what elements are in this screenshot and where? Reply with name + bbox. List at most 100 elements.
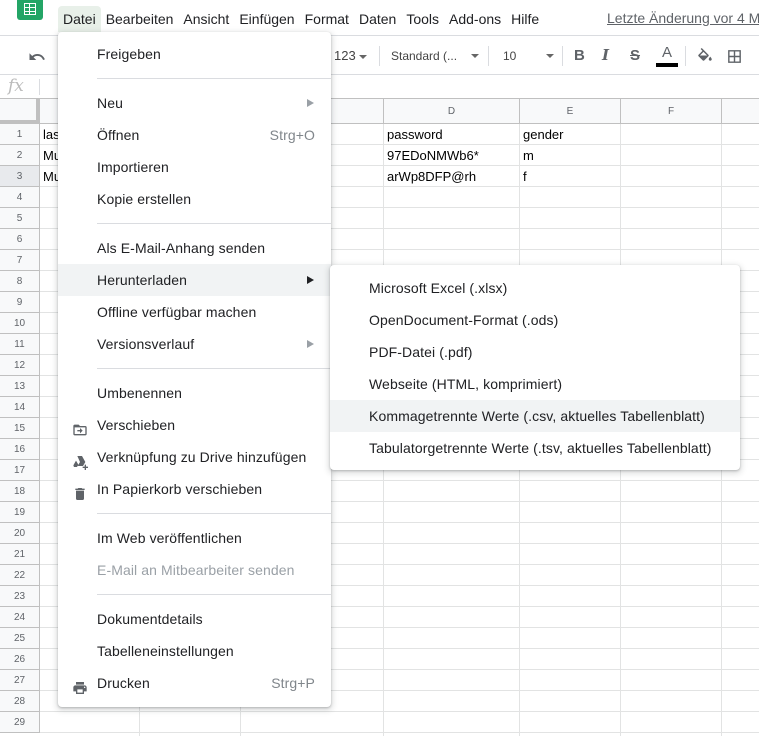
grid-row-line	[40, 711, 759, 712]
file-menu-item-im-web-veröffentlichen[interactable]: Im Web veröffentlichen	[58, 522, 331, 554]
file-menu-item-kopie-erstellen[interactable]: Kopie erstellen	[58, 183, 331, 215]
download-option-tabulatorgetrennte-werte-tsv-aktuelles-tabellenblatt[interactable]: Tabulatorgetrennte Werte (.tsv, aktuelle…	[330, 432, 740, 464]
file-menu: Freigeben Neu Öffnen Strg+O Importieren Kopie…	[58, 32, 331, 707]
row-header-22[interactable]: 22	[0, 565, 40, 586]
menu-separator	[97, 513, 331, 514]
file-menu-item-öffnen[interactable]: Öffnen Strg+O	[58, 119, 331, 151]
google-sheets-icon[interactable]	[17, 0, 43, 20]
row-header-10[interactable]: 10	[0, 313, 40, 334]
cell-e2[interactable]: m	[520, 145, 621, 166]
toolbar-divider	[562, 46, 563, 66]
file-menu-item-neu[interactable]: Neu	[58, 87, 331, 119]
file-menu-item-verknüpfung-zu-drive-hinzufügen[interactable]: Verknüpfung zu Drive hinzufügen	[58, 441, 331, 473]
formula-bar-divider	[39, 79, 40, 95]
menu-bearbeiten[interactable]: Bearbeiten	[101, 6, 179, 32]
file-menu-item-in-papierkorb-verschieben[interactable]: In Papierkorb verschieben	[58, 473, 331, 505]
number-format-dropdown[interactable]: 123	[334, 36, 367, 75]
text-color-swatch	[656, 63, 678, 67]
text-color-button[interactable]: A	[656, 36, 678, 75]
menu-format[interactable]: Format	[300, 6, 354, 32]
row-header-2[interactable]: 2	[0, 145, 40, 166]
row-header-13[interactable]: 13	[0, 376, 40, 397]
cell-e3[interactable]: f	[520, 166, 621, 187]
row-header-7[interactable]: 7	[0, 250, 40, 271]
row-header-6[interactable]: 6	[0, 229, 40, 250]
menu-ansicht[interactable]: Ansicht	[178, 6, 234, 32]
fill-color-button[interactable]	[696, 36, 714, 75]
cell-e1[interactable]: gender	[520, 124, 621, 145]
row-header-9[interactable]: 9	[0, 292, 40, 313]
cell-d3[interactable]: arWp8DFP@rh	[384, 166, 520, 187]
row-header-11[interactable]: 11	[0, 334, 40, 355]
row-header-27[interactable]: 27	[0, 670, 40, 691]
file-menu-item-als-e-mail-anhang-senden[interactable]: Als E-Mail-Anhang senden	[58, 232, 331, 264]
row-header-20[interactable]: 20	[0, 523, 40, 544]
font-family-dropdown[interactable]: Standard (...	[391, 36, 481, 75]
download-option-pdf-datei-pdf[interactable]: PDF-Datei (.pdf)	[330, 336, 740, 368]
row-header-14[interactable]: 14	[0, 397, 40, 418]
last-edit-link[interactable]: Letzte Änderung vor 4 M	[607, 10, 759, 26]
cell-d1[interactable]: password	[384, 124, 520, 145]
bold-button[interactable]: B	[574, 36, 585, 75]
row-header-21[interactable]: 21	[0, 544, 40, 565]
undo-button[interactable]	[28, 36, 46, 75]
menu-item-label: Freigeben	[97, 46, 161, 62]
row-header-26[interactable]: 26	[0, 649, 40, 670]
font-size-dropdown[interactable]: 10	[503, 36, 555, 75]
file-menu-item-e-mail-an-mitbearbeiter-senden: E-Mail an Mitbearbeiter senden	[58, 554, 331, 586]
download-option-kommagetrennte-werte-csv-aktuelles-tabellenblatt[interactable]: Kommagetrennte Werte (.csv, aktuelles Ta…	[330, 400, 740, 432]
cell-d2[interactable]: 97EDoNMWb6*	[384, 145, 520, 166]
select-all-corner[interactable]	[0, 99, 40, 124]
row-header-24[interactable]: 24	[0, 607, 40, 628]
row-header-18[interactable]: 18	[0, 481, 40, 502]
column-header-e[interactable]: E	[520, 99, 621, 124]
menu-addons[interactable]: Add-ons	[444, 6, 506, 32]
column-header-d[interactable]: D	[384, 99, 520, 124]
file-menu-item-herunterladen[interactable]: Herunterladen	[58, 264, 331, 296]
file-menu-item-verschieben[interactable]: Verschieben	[58, 409, 331, 441]
download-option-opendocument-format-ods[interactable]: OpenDocument-Format (.ods)	[330, 304, 740, 336]
row-header-16[interactable]: 16	[0, 439, 40, 460]
file-menu-item-importieren[interactable]: Importieren	[58, 151, 331, 183]
row-header-3[interactable]: 3	[0, 166, 40, 187]
file-menu-item-drucken[interactable]: Drucken Strg+P	[58, 667, 331, 699]
file-menu-item-umbenennen[interactable]: Umbenennen	[58, 377, 331, 409]
file-menu-item-freigeben[interactable]: Freigeben	[58, 38, 331, 70]
row-header-5[interactable]: 5	[0, 208, 40, 229]
strikethrough-button[interactable]: S	[630, 36, 640, 75]
row-header-17[interactable]: 17	[0, 460, 40, 481]
row-header-25[interactable]: 25	[0, 628, 40, 649]
row-header-8[interactable]: 8	[0, 271, 40, 292]
menu-einfuegen[interactable]: Einfügen	[234, 6, 299, 32]
row-header-12[interactable]: 12	[0, 355, 40, 376]
row-header-15[interactable]: 15	[0, 418, 40, 439]
menu-datei[interactable]: Datei	[58, 6, 101, 32]
grid-row-line	[40, 732, 759, 733]
menu-tools[interactable]: Tools	[401, 6, 444, 32]
borders-button[interactable]	[726, 36, 743, 75]
file-menu-item-tabelleneinstellungen[interactable]: Tabelleneinstellungen	[58, 635, 331, 667]
row-header-1[interactable]: 1	[0, 124, 40, 145]
number-format-label: 123	[334, 48, 356, 63]
row-header-4[interactable]: 4	[0, 187, 40, 208]
menu-items: Datei Bearbeiten Ansicht Einfügen Format…	[58, 6, 544, 32]
menu-item-label: Drucken	[97, 675, 150, 691]
column-header-f[interactable]: F	[621, 99, 722, 124]
row-header-19[interactable]: 19	[0, 502, 40, 523]
menu-separator	[97, 368, 331, 369]
row-header-23[interactable]: 23	[0, 586, 40, 607]
menu-hilfe[interactable]: Hilfe	[506, 6, 544, 32]
italic-button[interactable]: I	[602, 36, 609, 75]
menu-item-label: Offline verfügbar machen	[97, 304, 257, 320]
menu-item-label: Herunterladen	[97, 272, 188, 288]
file-menu-item-versionsverlauf[interactable]: Versionsverlauf	[58, 328, 331, 360]
file-menu-item-offline-verfügbar-machen[interactable]: Offline verfügbar machen	[58, 296, 331, 328]
column-header-g[interactable]: G	[722, 99, 759, 124]
toolbar-divider	[488, 46, 489, 66]
file-menu-item-dokumentdetails[interactable]: Dokumentdetails	[58, 603, 331, 635]
download-option-webseite-html-komprimiert[interactable]: Webseite (HTML, komprimiert)	[330, 368, 740, 400]
row-header-29[interactable]: 29	[0, 712, 40, 733]
menu-daten[interactable]: Daten	[354, 6, 401, 32]
download-option-microsoft-excel-xlsx[interactable]: Microsoft Excel (.xlsx)	[330, 272, 740, 304]
row-header-28[interactable]: 28	[0, 691, 40, 712]
